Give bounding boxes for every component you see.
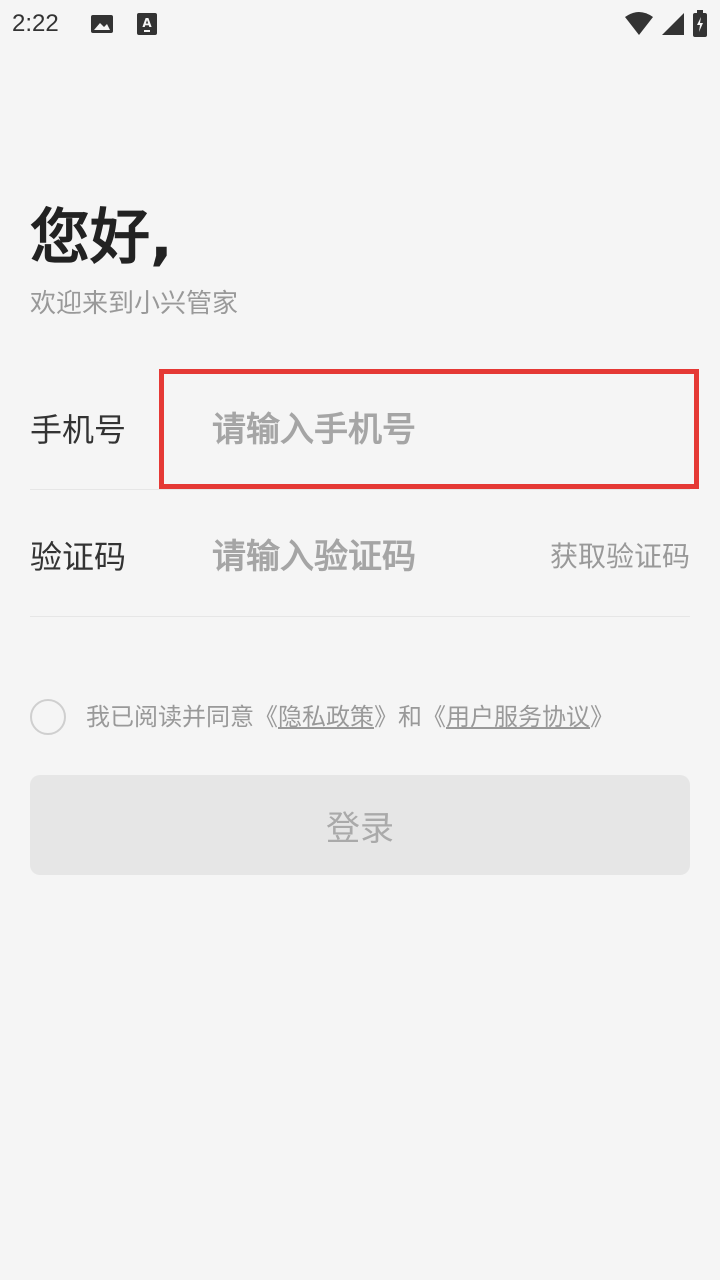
greeting-title: 您好, [30,203,173,273]
svg-text:A: A [142,16,152,30]
status-left-icons: A [90,12,158,40]
privacy-policy-link[interactable]: 隐私政策 [278,703,374,731]
login-button[interactable]: 登录 [30,775,690,875]
phone-input[interactable] [212,404,532,456]
code-label: 验证码 [30,538,127,576]
wifi-icon [624,11,654,41]
a-icon: A [136,12,158,40]
image-icon [90,12,114,40]
code-row: 验证码 获取验证码 [30,497,690,617]
welcome-subtitle: 欢迎来到小兴管家 [30,289,239,319]
agreement-middle: 》和《 [374,703,446,731]
status-right-icons [624,10,708,42]
agreement-row: 我已阅读并同意《隐私政策》和《用户服务协议》 [30,697,614,737]
get-code-button[interactable]: 获取验证码 [550,535,690,579]
code-input[interactable] [212,531,532,583]
agreement-prefix: 我已阅读并同意《 [86,703,278,731]
phone-label: 手机号 [30,411,127,449]
phone-row: 手机号 [30,370,690,490]
status-bar: 2:22 A [0,0,720,48]
status-time: 2:22 [12,10,59,37]
battery-icon [692,10,708,42]
agreement-text: 我已阅读并同意《隐私政策》和《用户服务协议》 [86,697,614,737]
signal-icon [660,11,686,41]
agreement-checkbox[interactable] [30,699,66,735]
agreement-suffix: 》 [590,703,614,731]
user-terms-link[interactable]: 用户服务协议 [446,703,590,731]
